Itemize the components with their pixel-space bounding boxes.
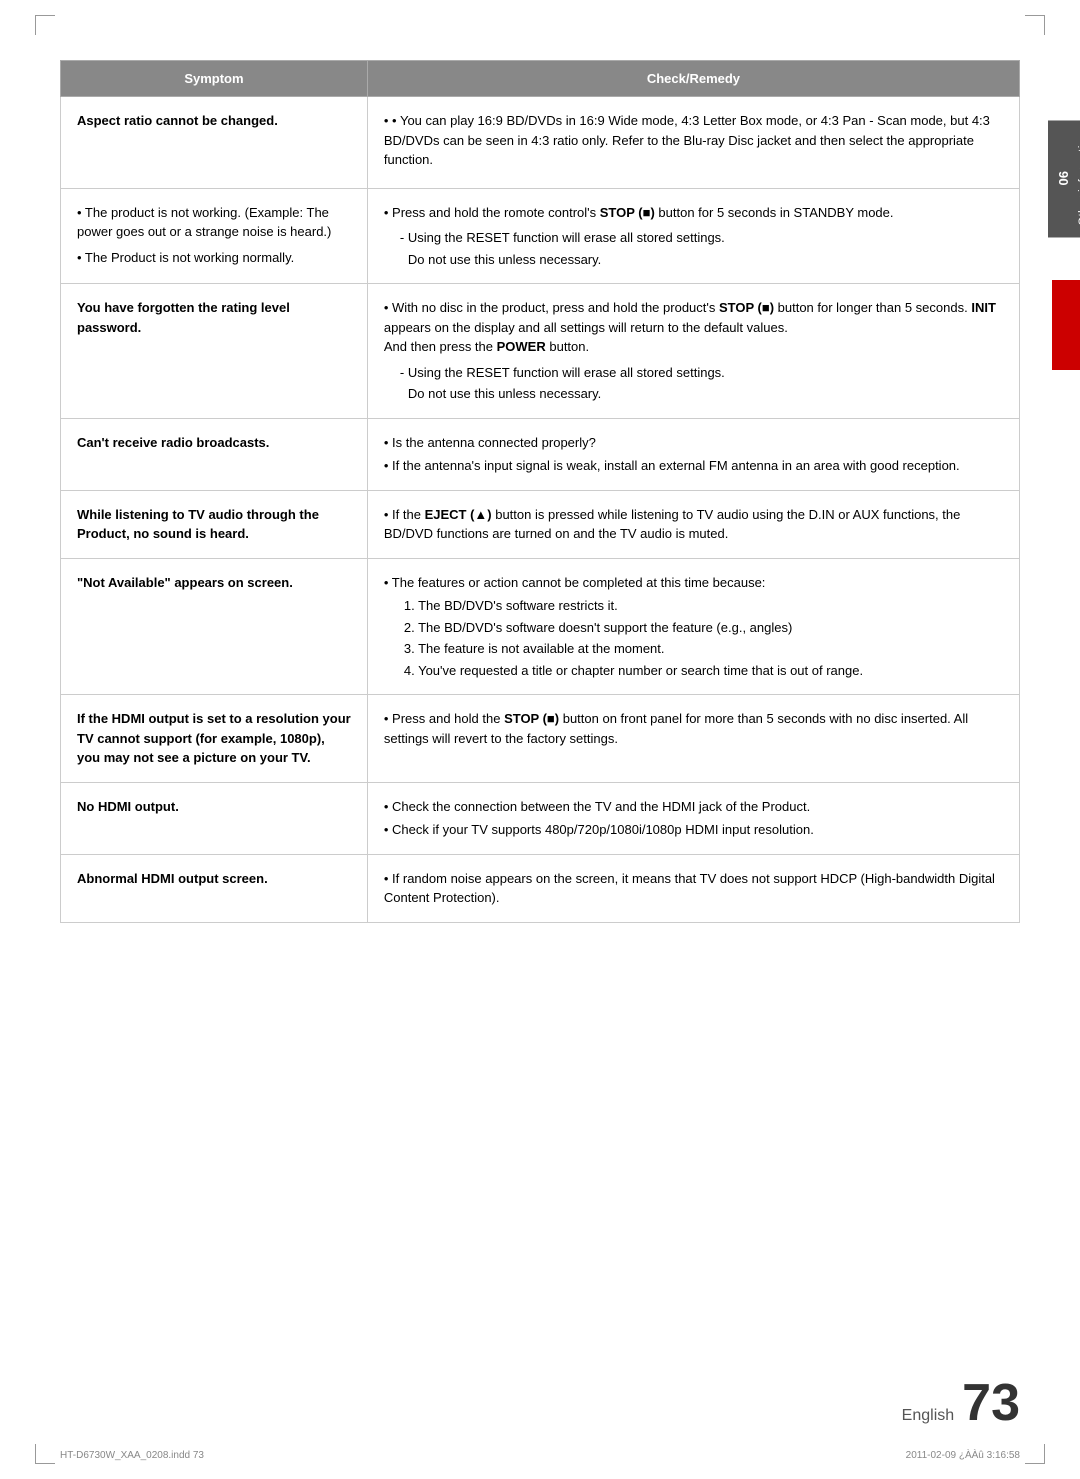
remedy-item: • Press and hold the romote control's ST… <box>384 203 1003 223</box>
remedy-cell: • Check the connection between the TV an… <box>367 782 1019 854</box>
remedy-item: • Check the connection between the TV an… <box>384 797 1003 817</box>
red-bookmark <box>1052 280 1080 370</box>
symptom-text: While listening to TV audio through the … <box>77 507 319 542</box>
language-label: English <box>902 1407 954 1425</box>
remedy-item: 1. The BD/DVD's software restricts it. <box>384 596 1003 616</box>
corner-br <box>1025 1444 1045 1464</box>
remedy-item: • If the EJECT (▲) button is pressed whi… <box>384 505 1003 544</box>
remedy-item: 3. The feature is not available at the m… <box>384 639 1003 659</box>
symptom-cell: You have forgotten the rating level pass… <box>61 284 368 419</box>
table-row: Abnormal HDMI output screen. • If random… <box>61 854 1020 922</box>
symptom-text: Can't receive radio broadcasts. <box>77 435 269 450</box>
symptom-text: "Not Available" appears on screen. <box>77 575 293 590</box>
remedy-cell: • Press and hold the STOP (■) button on … <box>367 695 1019 783</box>
troubleshooting-table: Symptom Check/Remedy Aspect ratio cannot… <box>60 60 1020 923</box>
remedy-item: • You can play 16:9 BD/DVDs in 16:9 Wide… <box>384 111 1003 170</box>
remedy-item: - Using the RESET function will erase al… <box>384 228 1003 248</box>
symptom-text: If the HDMI output is set to a resolutio… <box>77 711 351 765</box>
symptom-cell: • The product is not working. (Example: … <box>61 188 368 284</box>
footer: HT-D6730W_XAA_0208.indd 73 2011-02-09 ¿À… <box>60 1450 1020 1461</box>
symptom-header: Symptom <box>61 61 368 97</box>
remedy-cell: • If the EJECT (▲) button is pressed whi… <box>367 490 1019 558</box>
table-row: "Not Available" appears on screen. • The… <box>61 558 1020 695</box>
side-tab: 06 Other information <box>1048 120 1080 237</box>
remedy-item: • The features or action cannot be compl… <box>384 573 1003 593</box>
remedy-item: • With no disc in the product, press and… <box>384 298 1003 357</box>
page-container: 06 Other information Symptom Check/Remed… <box>0 0 1080 1479</box>
symptom-text: • The product is not working. (Example: … <box>77 203 351 242</box>
table-row: Aspect ratio cannot be changed. • You ca… <box>61 97 1020 189</box>
remedy-item: • If the antenna's input signal is weak,… <box>384 456 1003 476</box>
remedy-cell: • If random noise appears on the screen,… <box>367 854 1019 922</box>
remedy-cell: • Press and hold the romote control's ST… <box>367 188 1019 284</box>
remedy-cell: • You can play 16:9 BD/DVDs in 16:9 Wide… <box>367 97 1019 189</box>
chapter-number: 06 <box>1056 172 1071 186</box>
remedy-item: 2. The BD/DVD's software doesn't support… <box>384 618 1003 638</box>
table-row: You have forgotten the rating level pass… <box>61 284 1020 419</box>
footer-left: HT-D6730W_XAA_0208.indd 73 <box>60 1450 204 1461</box>
symptom-cell: Aspect ratio cannot be changed. <box>61 97 368 189</box>
page-number-block: English 73 <box>902 1377 1020 1429</box>
table-row: No HDMI output. • Check the connection b… <box>61 782 1020 854</box>
symptom-cell: If the HDMI output is set to a resolutio… <box>61 695 368 783</box>
table-row: If the HDMI output is set to a resolutio… <box>61 695 1020 783</box>
symptom-cell: Abnormal HDMI output screen. <box>61 854 368 922</box>
remedy-item: • Is the antenna connected properly? <box>384 433 1003 453</box>
remedy-cell: • With no disc in the product, press and… <box>367 284 1019 419</box>
symptom-cell: While listening to TV audio through the … <box>61 490 368 558</box>
symptom-text: • The Product is not working normally. <box>77 248 351 268</box>
table-row: • The product is not working. (Example: … <box>61 188 1020 284</box>
symptom-text: Abnormal HDMI output screen. <box>77 871 268 886</box>
remedy-header: Check/Remedy <box>367 61 1019 97</box>
symptom-cell: "Not Available" appears on screen. <box>61 558 368 695</box>
page-number: 73 <box>962 1377 1020 1429</box>
remedy-item: Do not use this unless necessary. <box>384 250 1003 270</box>
symptom-cell: Can't receive radio broadcasts. <box>61 418 368 490</box>
corner-tr <box>1025 15 1045 35</box>
remedy-item: - Using the RESET function will erase al… <box>384 363 1003 383</box>
table-row: Can't receive radio broadcasts. • Is the… <box>61 418 1020 490</box>
symptom-text: You have forgotten the rating level pass… <box>77 300 290 335</box>
remedy-item: • Check if your TV supports 480p/720p/10… <box>384 820 1003 840</box>
symptom-text: Aspect ratio cannot be changed. <box>77 113 278 128</box>
remedy-cell: • Is the antenna connected properly? • I… <box>367 418 1019 490</box>
remedy-item: • Press and hold the STOP (■) button on … <box>384 709 1003 748</box>
remedy-item: 4. You've requested a title or chapter n… <box>384 661 1003 681</box>
remedy-item: • If random noise appears on the screen,… <box>384 869 1003 908</box>
remedy-item: Do not use this unless necessary. <box>384 384 1003 404</box>
corner-tl <box>35 15 55 35</box>
footer-right: 2011-02-09 ¿ÀÀû 3:16:58 <box>906 1450 1020 1461</box>
symptom-text: No HDMI output. <box>77 799 179 814</box>
table-row: While listening to TV audio through the … <box>61 490 1020 558</box>
remedy-cell: • The features or action cannot be compl… <box>367 558 1019 695</box>
corner-bl <box>35 1444 55 1464</box>
symptom-cell: No HDMI output. <box>61 782 368 854</box>
